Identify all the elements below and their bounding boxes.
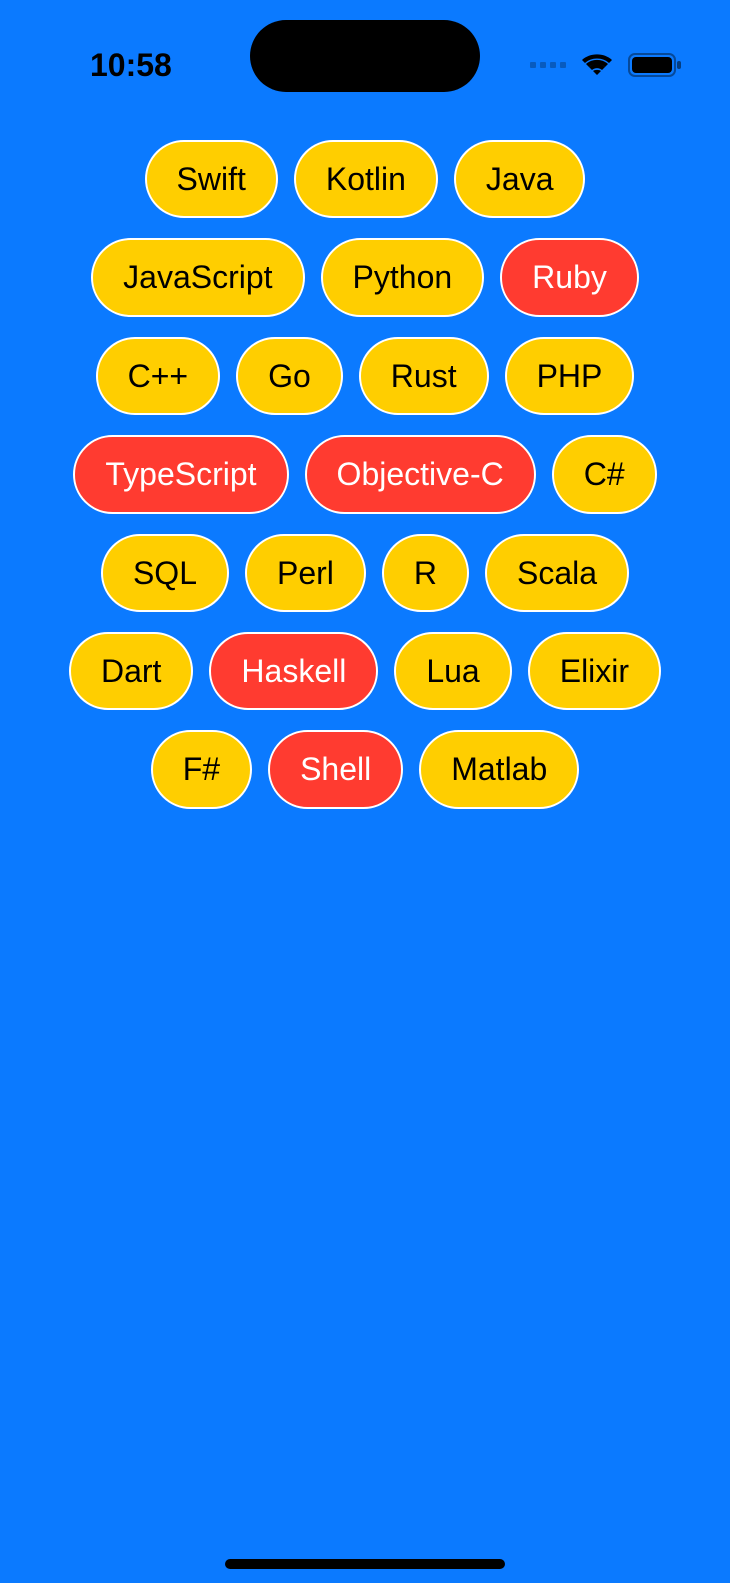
- chip-r[interactable]: R: [382, 534, 469, 612]
- chip-label: R: [414, 555, 437, 591]
- chip-label: Scala: [517, 555, 597, 591]
- chip-elixir[interactable]: Elixir: [528, 632, 661, 710]
- chip-dart[interactable]: Dart: [69, 632, 193, 710]
- cellular-icon: [530, 62, 566, 68]
- chip-label: Shell: [300, 751, 371, 787]
- chip-c-[interactable]: C++: [96, 337, 220, 415]
- chip-label: Java: [486, 161, 554, 197]
- chip-sql[interactable]: SQL: [101, 534, 229, 612]
- battery-icon: [628, 52, 682, 78]
- chip-ruby[interactable]: Ruby: [500, 238, 639, 316]
- chip-matlab[interactable]: Matlab: [419, 730, 579, 808]
- chip-go[interactable]: Go: [236, 337, 343, 415]
- chip-label: Dart: [101, 653, 161, 689]
- chip-label: Ruby: [532, 259, 607, 295]
- status-bar: 10:58: [0, 0, 730, 100]
- chip-label: Lua: [426, 653, 479, 689]
- chip-label: SQL: [133, 555, 197, 591]
- status-time: 10:58: [90, 47, 172, 84]
- chip-label: Go: [268, 358, 311, 394]
- chip-label: Matlab: [451, 751, 547, 787]
- chip-scala[interactable]: Scala: [485, 534, 629, 612]
- chip-label: Objective-C: [337, 456, 504, 492]
- chip-perl[interactable]: Perl: [245, 534, 366, 612]
- chips-container: Swift Kotlin Java JavaScript Python Ruby C++ Go…: [0, 100, 730, 809]
- chip-f-[interactable]: F#: [151, 730, 252, 808]
- chip-label: C#: [584, 456, 625, 492]
- chip-java[interactable]: Java: [454, 140, 586, 218]
- chip-javascript[interactable]: JavaScript: [91, 238, 304, 316]
- chip-lua[interactable]: Lua: [394, 632, 511, 710]
- chip-label: PHP: [537, 358, 603, 394]
- chip-label: Python: [353, 259, 453, 295]
- chip-label: Perl: [277, 555, 334, 591]
- chip-label: C++: [128, 358, 188, 394]
- chip-swift[interactable]: Swift: [145, 140, 278, 218]
- chip-label: Elixir: [560, 653, 629, 689]
- wifi-icon: [580, 52, 614, 78]
- chip-shell[interactable]: Shell: [268, 730, 403, 808]
- chip-label: Swift: [177, 161, 246, 197]
- chip-label: Rust: [391, 358, 457, 394]
- chip-label: Kotlin: [326, 161, 406, 197]
- chip-label: Haskell: [241, 653, 346, 689]
- chip-label: JavaScript: [123, 259, 272, 295]
- home-indicator: [225, 1559, 505, 1569]
- chip-label: F#: [183, 751, 220, 787]
- chip-php[interactable]: PHP: [505, 337, 635, 415]
- chip-objective-c[interactable]: Objective-C: [305, 435, 536, 513]
- chip-python[interactable]: Python: [321, 238, 485, 316]
- chip-typescript[interactable]: TypeScript: [73, 435, 288, 513]
- chip-rust[interactable]: Rust: [359, 337, 489, 415]
- status-icons: [530, 52, 682, 78]
- chip-haskell[interactable]: Haskell: [209, 632, 378, 710]
- chip-label: TypeScript: [105, 456, 256, 492]
- chip-c-[interactable]: C#: [552, 435, 657, 513]
- chip-kotlin[interactable]: Kotlin: [294, 140, 438, 218]
- device-notch: [250, 20, 480, 92]
